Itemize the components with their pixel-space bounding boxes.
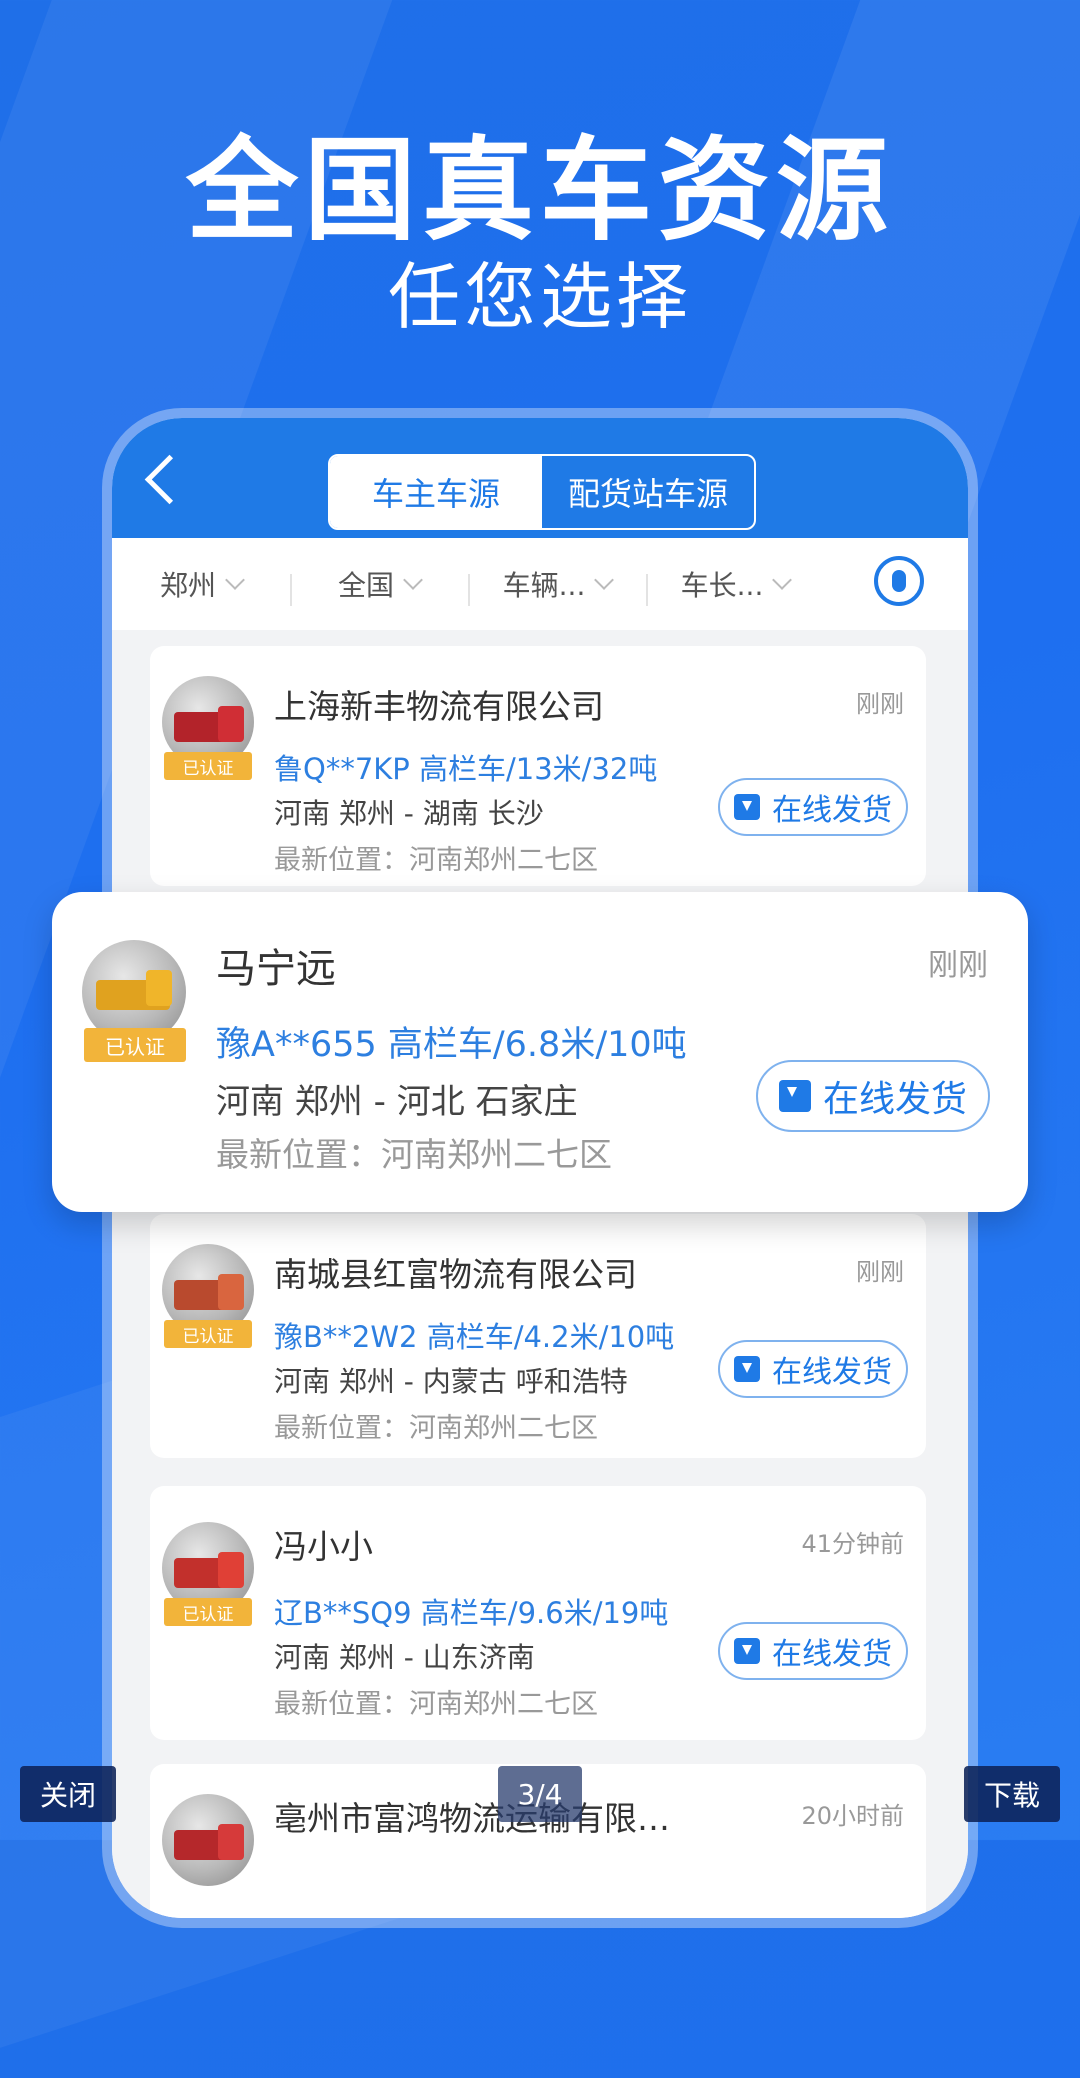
route: 河南 郑州 - 湖南 长沙: [274, 797, 544, 830]
verified-badge: 已认证: [164, 1598, 252, 1626]
ship-online-button[interactable]: 在线发货: [718, 1622, 908, 1680]
post-time: 41分钟前: [801, 1530, 904, 1558]
filter-vehicle-type[interactable]: 车辆...: [468, 564, 646, 606]
tab-station-vehicles[interactable]: 配货站车源: [542, 456, 754, 528]
filter-bar: 郑州 全国 车辆... 车长...: [112, 538, 968, 630]
company-name: 亳州市富鸿物流运输有限…: [274, 1799, 670, 1838]
vehicle-plate-info: 辽B**SQ9 高栏车/9.6米/19吨: [274, 1596, 669, 1630]
close-button[interactable]: 关闭: [20, 1766, 116, 1822]
chevron-down-icon: [403, 570, 423, 590]
page-indicator: 3/4: [498, 1766, 582, 1822]
filter-vehicle-length[interactable]: 车长...: [646, 564, 824, 606]
latest-position: 最新位置：河南郑州二七区: [274, 845, 598, 876]
ship-online-label: 在线发货: [822, 1079, 967, 1120]
microphone-icon[interactable]: [874, 556, 924, 606]
filter-city-label: 郑州: [159, 569, 216, 602]
verified-badge: 已认证: [84, 1028, 186, 1062]
download-box-icon: [734, 1638, 760, 1664]
post-time: 刚刚: [856, 1258, 904, 1286]
truck-cab: [218, 1552, 244, 1588]
vehicle-plate-info: 鲁Q**7KP 高栏车/13米/32吨: [274, 752, 658, 786]
filter-vehicle-type-label: 车辆...: [502, 569, 586, 602]
post-time: 20小时前: [801, 1802, 904, 1830]
download-box-icon: [734, 1356, 760, 1382]
ship-online-label: 在线发货: [772, 1355, 892, 1390]
route: 河南 郑州 - 内蒙古 呼和浩特: [274, 1365, 628, 1398]
post-time: 刚刚: [928, 948, 988, 983]
truck-cab: [218, 1824, 244, 1860]
driver-name: 马宁远: [216, 946, 336, 992]
chevron-down-icon: [594, 570, 615, 590]
download-box-icon: [778, 1080, 811, 1112]
tab-owner-vehicles[interactable]: 车主车源: [330, 456, 542, 528]
list-item[interactable]: 已认证 冯小小 41分钟前 辽B**SQ9 高栏车/9.6米/19吨 河南 郑州…: [150, 1486, 926, 1740]
truck-cab: [218, 706, 244, 742]
company-name: 南城县红富物流有限公司: [274, 1255, 637, 1294]
ship-online-button[interactable]: 在线发货: [718, 1340, 908, 1398]
list-item[interactable]: 已认证 上海新丰物流有限公司 刚刚 鲁Q**7KP 高栏车/13米/32吨 河南…: [150, 646, 926, 886]
latest-position: 最新位置：河南郑州二七区: [274, 1689, 598, 1720]
microphone-body: [892, 570, 906, 592]
vehicle-plate-info: 豫B**2W2 高栏车/4.2米/10吨: [274, 1320, 675, 1354]
filter-vehicle-length-label: 车长...: [680, 569, 764, 602]
route: 河南 郑州 - 河北 石家庄: [216, 1082, 578, 1122]
company-name: 冯小小: [274, 1527, 373, 1566]
chevron-down-icon: [772, 570, 793, 590]
featured-list-item[interactable]: 已认证 马宁远 刚刚 豫A**655 高栏车/6.8米/10吨 河南 郑州 - …: [52, 892, 1028, 1212]
hero-subtitle: 任您选择: [387, 255, 692, 339]
ship-online-button[interactable]: 在线发货: [756, 1060, 990, 1132]
avatar: [162, 1794, 254, 1886]
download-box-icon: [734, 794, 760, 820]
route: 河南 郑州 - 山东济南: [274, 1641, 535, 1674]
list-item[interactable]: 已认证 南城县红富物流有限公司 刚刚 豫B**2W2 高栏车/4.2米/10吨 …: [150, 1214, 926, 1458]
filter-city[interactable]: 郑州: [112, 564, 290, 604]
truck-cab: [218, 1274, 244, 1310]
vehicle-plate-info: 豫A**655 高栏车/6.8米/10吨: [216, 1025, 687, 1065]
download-button[interactable]: 下载: [964, 1766, 1060, 1822]
ship-online-label: 在线发货: [772, 793, 892, 828]
post-time: 刚刚: [856, 690, 904, 718]
filter-destination-label: 全国: [337, 569, 394, 602]
vehicle-list: 已认证 上海新丰物流有限公司 刚刚 鲁Q**7KP 高栏车/13米/32吨 河南…: [112, 630, 968, 1918]
company-name: 上海新丰物流有限公司: [274, 687, 604, 726]
back-icon[interactable]: [144, 454, 195, 505]
ship-online-label: 在线发货: [772, 1637, 892, 1672]
app-header: 车主车源 配货站车源: [112, 418, 968, 538]
ship-online-button[interactable]: 在线发货: [718, 778, 908, 836]
verified-badge: 已认证: [164, 1320, 252, 1348]
latest-position: 最新位置：河南郑州二七区: [274, 1413, 598, 1444]
source-tabs: 车主车源 配货站车源: [328, 454, 756, 530]
latest-position: 最新位置：河南郑州二七区: [216, 1135, 612, 1174]
chevron-down-icon: [225, 570, 245, 590]
truck-cab: [146, 970, 172, 1006]
filter-destination[interactable]: 全国: [290, 564, 468, 606]
verified-badge: 已认证: [164, 752, 252, 780]
